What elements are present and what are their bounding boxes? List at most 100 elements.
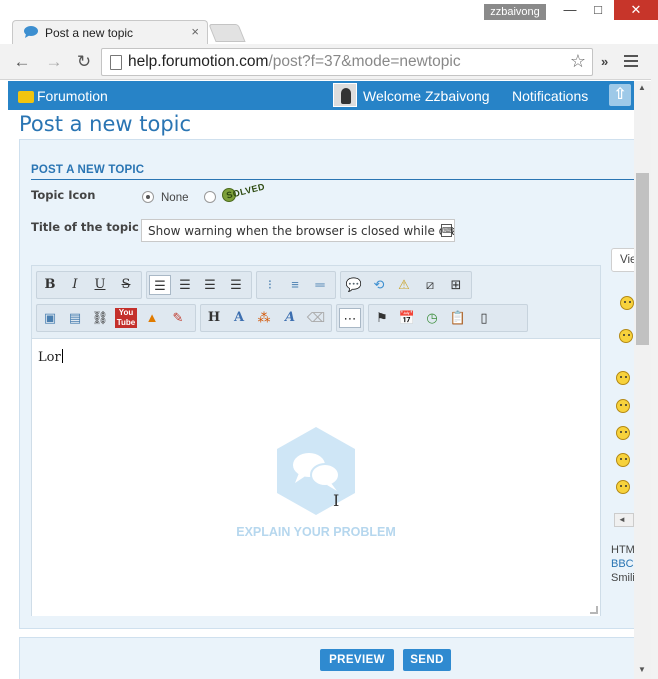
forward-arrow-icon[interactable]: → <box>42 50 66 74</box>
scroll-top-arrow-icon[interactable]: ⇧ <box>609 84 631 106</box>
extensions-chevron-icon[interactable]: » <box>601 54 608 69</box>
align-center-icon[interactable]: ☰ <box>174 275 196 295</box>
new-tab-button[interactable] <box>208 24 246 42</box>
avatar[interactable] <box>333 83 357 107</box>
align-justify-icon[interactable]: ☰ <box>225 275 247 295</box>
forum-topbar: Forumotion Welcome Zzbaivong Notificatio… <box>8 81 634 110</box>
smilies-scroll-left-icon[interactable]: ◄ <box>614 513 634 527</box>
date-icon[interactable]: 📅 <box>396 308 418 328</box>
font-face-button[interactable]: A <box>279 308 301 328</box>
paste-icon[interactable]: 📋 <box>447 308 469 328</box>
brand-link[interactable]: Forumotion <box>37 88 108 104</box>
page-scrollbar[interactable]: ▲ ▼ <box>634 81 651 679</box>
align-left-icon[interactable]: ☰ <box>149 275 171 295</box>
minimize-button[interactable]: — <box>556 0 584 20</box>
media-group: ▣ ▤ ⛓ You Tube ▲ ✎ <box>36 304 196 332</box>
tab-close-icon[interactable]: × <box>191 24 199 39</box>
underline-button[interactable]: U <box>89 275 111 295</box>
divider <box>31 179 634 180</box>
link-icon[interactable]: ⛓ <box>89 308 111 328</box>
send-button[interactable]: SEND <box>403 649 451 671</box>
preview-button[interactable]: PREVIEW <box>320 649 394 671</box>
more-options-icon[interactable]: ⋯ <box>339 308 361 328</box>
maximize-button[interactable]: □ <box>584 0 612 20</box>
align-right-icon[interactable]: ☰ <box>199 275 221 295</box>
smiley-icon[interactable] <box>620 296 634 310</box>
bold-button[interactable]: B <box>39 275 61 295</box>
clean-format-icon[interactable]: ✎ <box>167 308 189 328</box>
strikethrough-button[interactable]: S <box>115 275 137 295</box>
bookmark-star-icon[interactable]: ☆ <box>570 51 586 72</box>
url-text[interactable]: help.forumotion.com/post?f=37&mode=newto… <box>128 53 461 71</box>
html-mode-text: HTML <box>611 544 634 556</box>
profile-badge[interactable]: zzbaivong <box>484 4 546 20</box>
topic-title-input[interactable]: Show warning when the browser is closed … <box>141 219 455 242</box>
editor-content: Lor <box>38 350 61 365</box>
smiley-icon[interactable] <box>616 399 630 413</box>
address-bar[interactable]: help.forumotion.com/post?f=37&mode=newto… <box>101 48 593 76</box>
page-title: Post a new topic <box>19 112 192 136</box>
bullet-list-icon[interactable]: ⁝ <box>259 275 281 295</box>
solved-stamp-icon[interactable]: SOLVED <box>222 181 266 202</box>
upload-image-icon[interactable]: ▤ <box>64 308 86 328</box>
font-size-button[interactable]: A <box>228 308 250 328</box>
image-icon[interactable]: ▣ <box>39 308 61 328</box>
italic-button[interactable]: I <box>64 275 86 295</box>
code-icon[interactable]: ⟲ <box>368 275 390 295</box>
rich-text-editor: B I U S ☰ ☰ ☰ ☰ ⁝ ≡ ═ 💬 ⟲ ⚠ ⧄ ⊞ ▣ ▤ ⛓ Yo… <box>31 265 601 616</box>
back-arrow-icon[interactable]: ← <box>10 50 34 74</box>
numbered-list-icon[interactable]: ≡ <box>284 275 306 295</box>
editor-text[interactable]: Lor <box>38 349 63 365</box>
solved-stamp-text: SOLVED <box>225 181 266 201</box>
topic-title-value: Show warning when the browser is closed … <box>148 224 455 238</box>
flash-icon[interactable]: ▲ <box>141 308 163 328</box>
horizontal-rule-icon[interactable]: ═ <box>309 275 331 295</box>
smiley-icon[interactable] <box>616 453 630 467</box>
color-picker-icon[interactable]: ⁂ <box>253 308 275 328</box>
source-view-icon[interactable]: ▯ <box>473 308 495 328</box>
post-form-panel: POST A NEW TOPIC Topic Icon None SOLVED … <box>19 139 634 629</box>
tab-title: Post a new topic <box>45 26 134 40</box>
flag-icon[interactable]: ⚑ <box>371 308 393 328</box>
page-viewport: Forumotion Welcome Zzbaivong Notificatio… <box>8 81 634 679</box>
smiley-icon[interactable] <box>619 329 633 343</box>
icon-none-radio[interactable] <box>142 191 154 203</box>
watermark-caption: EXPLAIN YOUR PROBLEM <box>236 525 396 539</box>
insert-group: 💬 ⟲ ⚠ ⧄ ⊞ <box>340 271 472 299</box>
remove-format-icon[interactable]: ⌫ <box>305 308 327 328</box>
url-path: /post?f=37&mode=newtopic <box>268 53 461 70</box>
smiley-icon[interactable] <box>616 426 630 440</box>
resize-grip-icon[interactable] <box>590 606 598 614</box>
time-icon[interactable]: ◷ <box>421 308 443 328</box>
scroll-up-arrow-icon[interactable]: ▲ <box>638 83 646 92</box>
speech-bubble-icon <box>24 26 38 38</box>
table-icon[interactable]: ⊞ <box>445 275 467 295</box>
hide-icon[interactable]: ⧄ <box>419 275 441 295</box>
text-caret <box>61 349 63 363</box>
reload-icon[interactable]: ↻ <box>72 50 96 74</box>
virtual-keyboard-icon[interactable]: ⌨ <box>441 224 454 237</box>
scroll-down-arrow-icon[interactable]: ▼ <box>638 665 646 674</box>
browser-tab[interactable]: Post a new topic × <box>12 20 208 44</box>
browser-toolbar: ← → ↻ help.forumotion.com/post?f=37&mode… <box>0 44 658 80</box>
forum-watermark-icon <box>277 427 355 515</box>
youtube-icon[interactable]: You Tube <box>115 308 137 328</box>
welcome-link[interactable]: Welcome Zzbaivong <box>363 88 490 104</box>
view-select[interactable]: View <box>611 248 634 272</box>
page-icon <box>110 55 122 70</box>
scrollbar-thumb[interactable] <box>636 173 649 345</box>
smiley-icon[interactable] <box>616 371 630 385</box>
editor-content-area[interactable]: Lor I EXPLAIN YOUR PROBLEM <box>32 338 600 616</box>
smiley-icon[interactable] <box>616 480 630 494</box>
bbcode-mode-link[interactable]: BBCode <box>611 558 634 570</box>
spoiler-icon[interactable]: ⚠ <box>393 275 415 295</box>
notifications-link[interactable]: Notifications <box>512 88 588 104</box>
heading-button[interactable]: H <box>203 308 225 328</box>
hamburger-menu-icon[interactable] <box>622 52 640 72</box>
icon-none-label[interactable]: None <box>161 192 189 204</box>
mouse-cursor-icon: I <box>333 491 340 510</box>
topic-title-label: Title of the topic <box>31 220 139 234</box>
quote-icon[interactable]: 💬 <box>343 275 365 295</box>
close-window-button[interactable]: ✕ <box>614 0 658 20</box>
icon-solved-radio[interactable] <box>204 191 216 203</box>
